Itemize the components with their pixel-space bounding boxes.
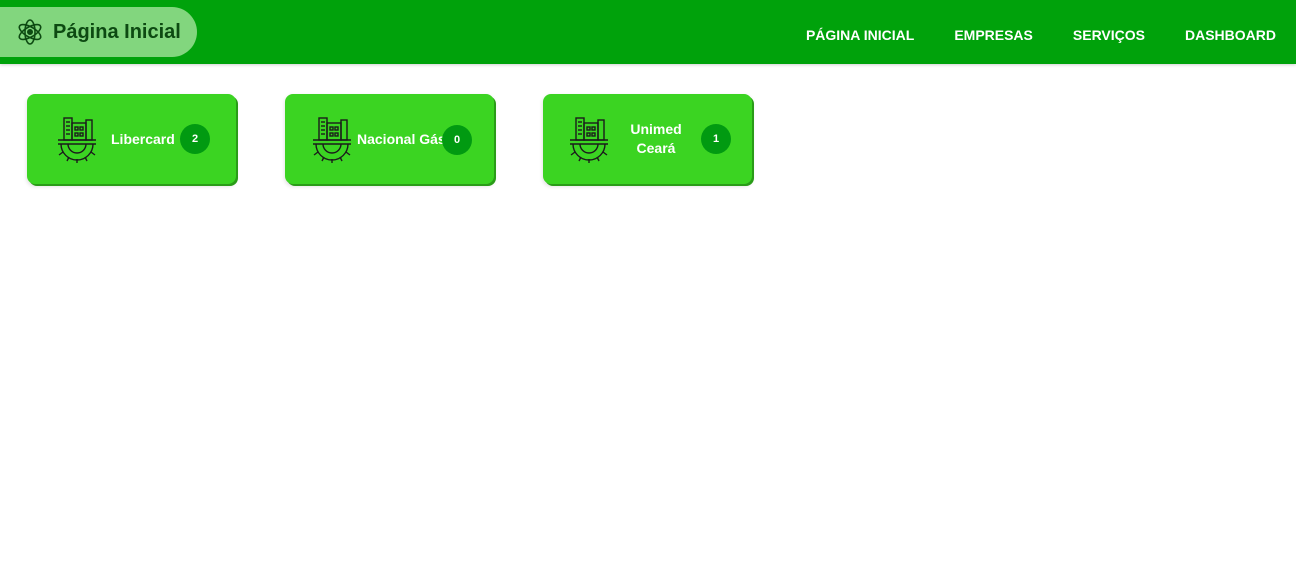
company-count-badge: 1	[701, 124, 731, 154]
nav-link-empresas[interactable]: EMPRESAS	[954, 27, 1033, 43]
company-name-line-2: Ceará	[636, 140, 676, 156]
company-card-unimed-ceara[interactable]: Unimed Ceará 1	[543, 94, 752, 184]
company-building-gear-icon	[309, 114, 355, 164]
home-brand-link[interactable]: Página Inicial	[0, 7, 197, 57]
top-navbar: Página Inicial PÁGINA INICIAL EMPRESAS S…	[0, 0, 1296, 64]
company-name-line-1: Unimed	[630, 121, 682, 137]
nav-link-dashboard[interactable]: DASHBOARD	[1185, 27, 1276, 43]
company-name: Unimed Ceará	[627, 120, 685, 158]
company-name: Libercard	[111, 131, 175, 147]
nav-link-servicos[interactable]: SERVIÇOS	[1073, 27, 1145, 43]
page-title: Página Inicial	[53, 20, 181, 43]
company-card-libercard[interactable]: Libercard 2	[27, 94, 236, 184]
company-building-gear-icon	[566, 114, 612, 164]
company-name: Nacional Gás	[357, 131, 446, 147]
atom-logo-icon	[16, 18, 44, 46]
main-nav: PÁGINA INICIAL EMPRESAS SERVIÇOS DASHBOA…	[766, 0, 1276, 70]
company-count-badge: 2	[180, 124, 210, 154]
company-card-nacional-gas[interactable]: Nacional Gás 0	[285, 94, 494, 184]
nav-link-pagina-inicial[interactable]: PÁGINA INICIAL	[806, 27, 914, 43]
company-building-gear-icon	[54, 114, 100, 164]
company-count-badge: 0	[442, 125, 472, 155]
